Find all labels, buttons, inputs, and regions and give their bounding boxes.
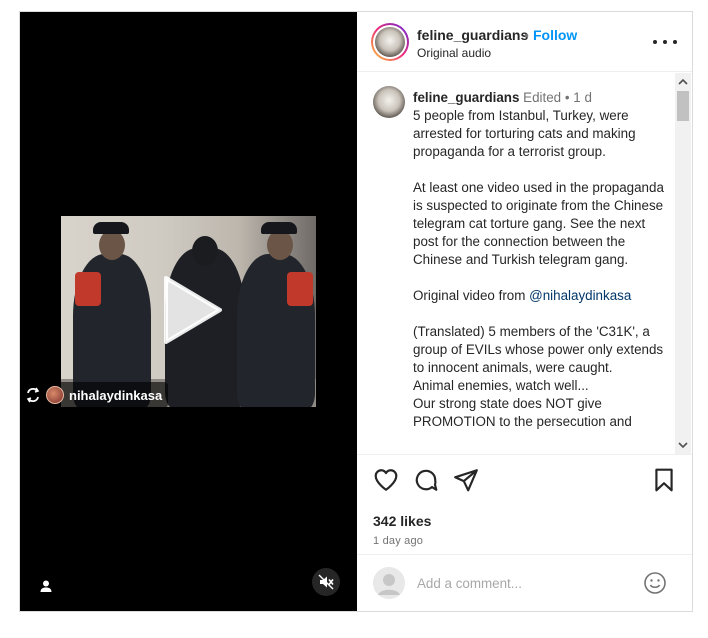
caption-username[interactable]: feline_guardians (413, 90, 519, 105)
post-dialog: nihalaydinkasa feline_guardians • Follow… (19, 11, 693, 612)
chevron-up-icon (678, 78, 688, 85)
video-figure-patch (287, 272, 313, 306)
more-horizontal-icon (653, 40, 657, 44)
user-tags-button[interactable] (36, 576, 56, 596)
video-figure-head (267, 230, 293, 260)
play-icon (164, 276, 222, 344)
caption-scrollbar[interactable] (675, 73, 691, 454)
caption-body-part1: 5 people from Istanbul, Turkey, were arr… (413, 108, 664, 303)
tagged-user-avatar (46, 386, 64, 404)
post-time[interactable]: 1 day ago (373, 535, 423, 547)
user-tag-icon (40, 580, 52, 592)
more-options-button[interactable] (653, 34, 677, 50)
tagged-user-chip[interactable]: nihalaydinkasa (20, 382, 169, 408)
caption-body-part2: (Translated) 5 members of the 'C31K', a … (413, 324, 664, 429)
mute-button[interactable] (312, 568, 340, 596)
scroll-down-arrow[interactable] (675, 438, 691, 452)
mute-icon (318, 574, 334, 590)
follow-button[interactable]: Follow (533, 27, 577, 43)
viewer-avatar (373, 567, 405, 599)
play-button[interactable] (160, 274, 224, 346)
heart-icon[interactable] (373, 467, 399, 493)
caption-edited: Edited (523, 90, 562, 105)
video-figure-head (192, 236, 218, 266)
comment-icon[interactable] (413, 467, 439, 493)
video-player[interactable]: nihalaydinkasa (20, 12, 357, 611)
tagged-username: nihalaydinkasa (69, 387, 163, 403)
author-username[interactable]: feline_guardians (417, 27, 528, 43)
caption-age[interactable]: 1 d (573, 90, 592, 105)
caption-author-avatar[interactable] (373, 86, 405, 118)
comment-input[interactable] (417, 573, 637, 593)
video-figure-patch (75, 272, 101, 306)
audio-link[interactable]: Original audio (417, 46, 491, 60)
reel-share-icon (24, 386, 42, 404)
bookmark-icon[interactable] (651, 467, 677, 493)
chevron-down-icon (678, 442, 688, 449)
scroll-thumb[interactable] (677, 91, 689, 121)
caption-text: feline_guardians Edited • 1 d 5 people f… (413, 89, 673, 431)
header-separator: • (524, 27, 529, 43)
video-figure-cap (261, 222, 297, 234)
author-avatar[interactable] (371, 23, 409, 61)
video-figure-head (99, 230, 125, 260)
comment-bar (357, 554, 692, 611)
send-icon[interactable] (453, 467, 479, 493)
emoji-icon[interactable] (643, 571, 667, 595)
caption-scroll-area[interactable]: feline_guardians Edited • 1 d 5 people f… (357, 73, 692, 454)
likes-count[interactable]: 342 likes (373, 513, 431, 529)
post-actions: 342 likes 1 day ago (357, 454, 692, 554)
post-side-panel: feline_guardians • Follow Original audio… (357, 12, 692, 611)
caption-mention-link[interactable]: @nihalaydinkasa (529, 288, 631, 303)
post-header: feline_guardians • Follow Original audio (357, 12, 692, 72)
scroll-up-arrow[interactable] (675, 75, 691, 89)
video-figure-cap (93, 222, 129, 234)
author-avatar-image (375, 27, 405, 57)
